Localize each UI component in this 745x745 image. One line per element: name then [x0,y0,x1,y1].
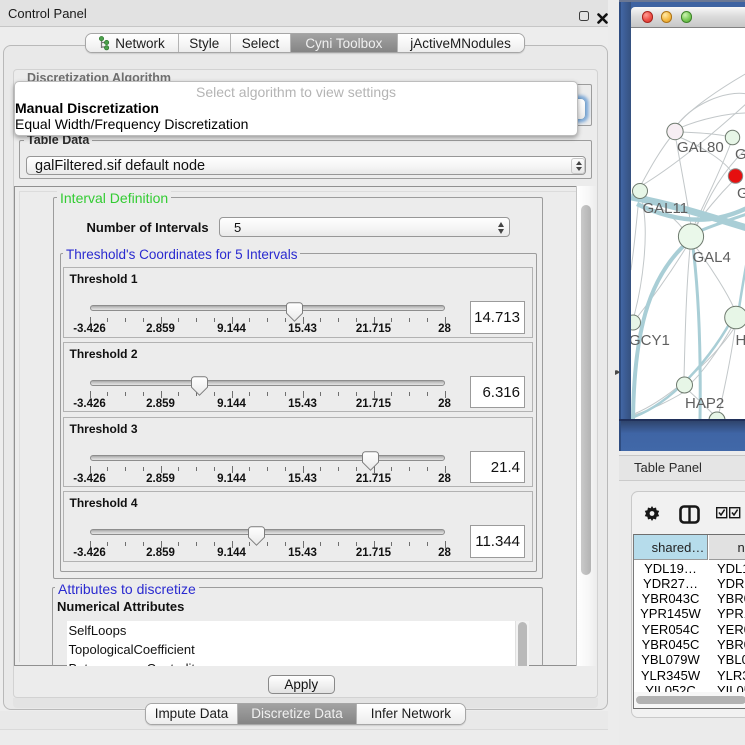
svg-text:GCY1: GCY1 [631,332,670,349]
svg-text:GAL80: GAL80 [677,139,724,156]
svg-text:GAL4: GAL4 [693,249,731,266]
svg-text:G: G [737,185,745,202]
svg-text:H: H [736,332,745,349]
svg-text:GAL11: GAL11 [643,200,689,217]
svg-text:HAP2: HAP2 [685,395,724,412]
svg-text:GA: GA [735,146,745,163]
